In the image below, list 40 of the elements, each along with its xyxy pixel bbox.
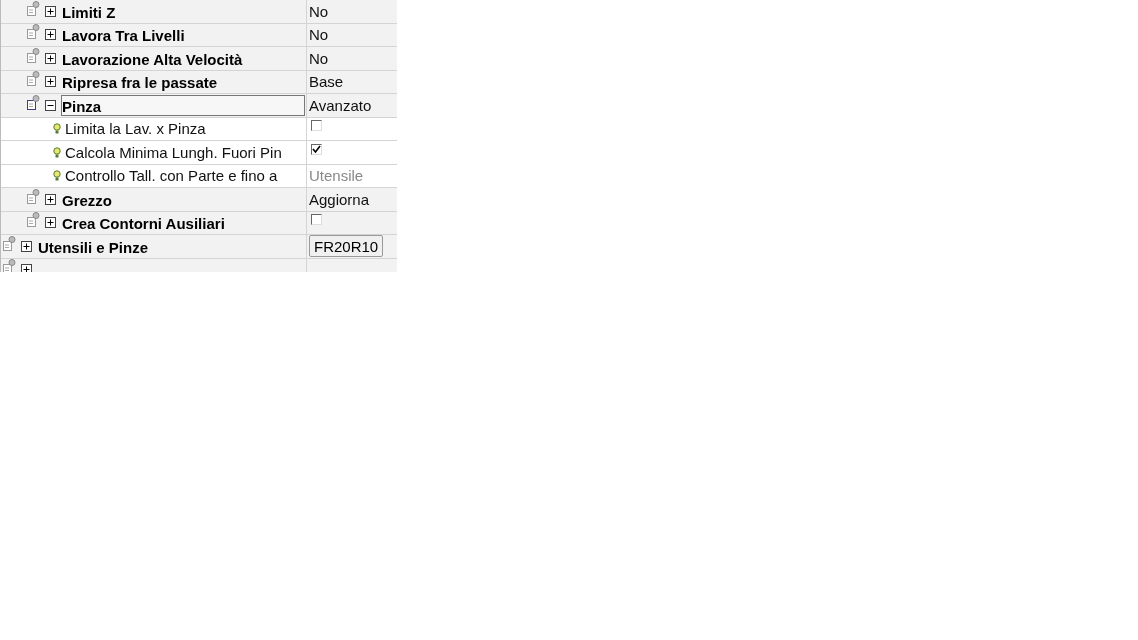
property-group-icon <box>3 259 16 272</box>
checkbox[interactable] <box>311 143 322 155</box>
property-group-icon <box>27 71 40 88</box>
property-label: Controllo Tall. con Parte e fino a <box>65 167 278 185</box>
bulb-icon <box>53 123 61 135</box>
property-value[interactable]: Aggiorna <box>309 190 370 208</box>
group-label[interactable]: Lavora Tra Livelli <box>61 24 305 46</box>
property-group-icon <box>27 24 40 41</box>
group-label[interactable]: Limiti Z <box>61 0 305 22</box>
expand-icon[interactable] <box>45 193 56 205</box>
property-group-icon <box>27 47 40 64</box>
property-value[interactable]: No <box>309 49 329 67</box>
group-label[interactable]: Utensili e Pinze <box>37 235 305 257</box>
property-value[interactable]: Avanzato <box>309 96 372 114</box>
group-label[interactable]: Pinza <box>61 94 305 116</box>
tool-button[interactable]: FR20R10 <box>309 235 384 258</box>
expand-icon[interactable] <box>45 52 56 64</box>
property-value[interactable]: No <box>309 2 329 20</box>
expand-icon[interactable] <box>21 240 32 252</box>
group-label[interactable]: Lavorazione Alta Velocità <box>61 47 305 69</box>
expand-icon[interactable] <box>45 76 56 88</box>
group-label[interactable]: Grezzo <box>61 188 305 210</box>
bulb-icon <box>53 146 61 158</box>
property-value[interactable]: Base <box>309 73 344 91</box>
expand-icon[interactable] <box>45 5 56 17</box>
group-label[interactable]: Ripresa fra le passate <box>61 71 305 93</box>
checkbox[interactable] <box>311 120 322 132</box>
checkbox[interactable] <box>311 214 322 226</box>
expand-icon[interactable] <box>45 217 56 229</box>
property-label: Calcola Minima Lungh. Fuori Pin <box>65 143 282 161</box>
property-group-icon <box>27 212 40 229</box>
collapse-icon[interactable] <box>45 99 56 111</box>
expand-icon[interactable] <box>45 29 56 41</box>
property-group-icon <box>27 94 40 111</box>
property-group-icon <box>3 235 16 252</box>
bulb-icon <box>53 170 61 182</box>
expand-icon[interactable] <box>21 264 32 272</box>
property-label: Limita la Lav. x Pinza <box>65 120 206 138</box>
property-group-icon <box>27 0 40 17</box>
property-value[interactable]: No <box>309 26 329 44</box>
